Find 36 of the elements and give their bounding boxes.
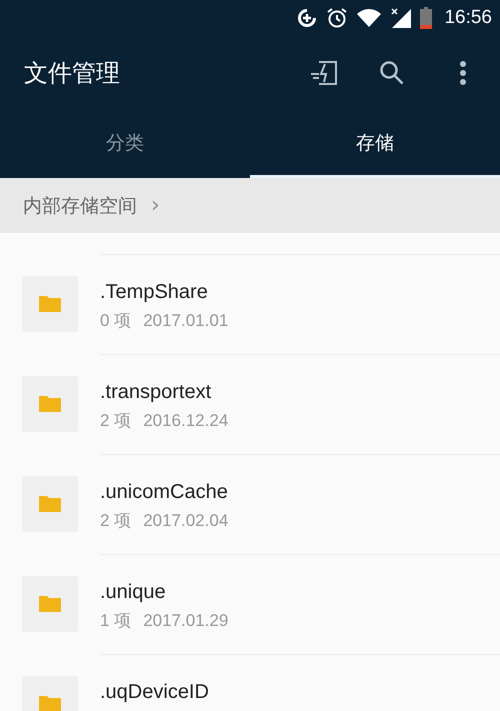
search-icon[interactable]: [379, 60, 405, 86]
wifi-icon: [356, 8, 382, 28]
modified-date: 2017.01.29: [143, 611, 228, 630]
breadcrumb-item[interactable]: 内部存储空间: [23, 192, 137, 218]
item-count: 0 项: [100, 311, 132, 330]
file-name: .transportext: [100, 381, 212, 404]
battery-icon: [420, 6, 432, 28]
app-title: 文件管理: [24, 58, 121, 88]
modified-date: 2017.01.01: [143, 311, 228, 330]
signal-icon: [390, 6, 412, 28]
folder-row[interactable]: .unicomCache 2 项 2017.02.04: [100, 454, 500, 554]
folder-icon: [39, 496, 61, 512]
file-name: .uqDeviceID: [100, 681, 209, 704]
folder-row[interactable]: .unique 1 项 2017.01.29: [100, 554, 500, 654]
breadcrumb-separator: ›: [151, 193, 160, 218]
folder-row[interactable]: .uqDeviceID: [100, 654, 500, 711]
more-menu-icon[interactable]: [459, 60, 467, 86]
item-count: 2 项: [100, 511, 132, 530]
file-name: .unique: [100, 581, 167, 604]
folder-row[interactable]: .TempShare 0 项 2017.01.01: [100, 254, 500, 354]
folder-icon: [39, 396, 61, 412]
clock-time: 16:56: [444, 6, 492, 28]
sync-icon: [296, 6, 318, 28]
folder-icon: [39, 696, 61, 711]
file-name: .unicomCache: [100, 481, 228, 504]
file-name: .TempShare: [100, 281, 209, 304]
folder-row[interactable]: .transportext 2 项 2016.12.24: [100, 354, 500, 454]
modified-date: 2017.02.04: [143, 511, 228, 530]
alarm-icon: [326, 6, 348, 28]
item-count: 1 项: [100, 611, 132, 630]
folder-icon: [39, 296, 61, 312]
modified-date: 2016.12.24: [143, 411, 228, 430]
item-count: 2 项: [100, 411, 132, 430]
tab[interactable]: 分类: [0, 110, 250, 178]
folder-icon: [39, 596, 61, 612]
flash-transfer-icon[interactable]: [309, 60, 339, 86]
